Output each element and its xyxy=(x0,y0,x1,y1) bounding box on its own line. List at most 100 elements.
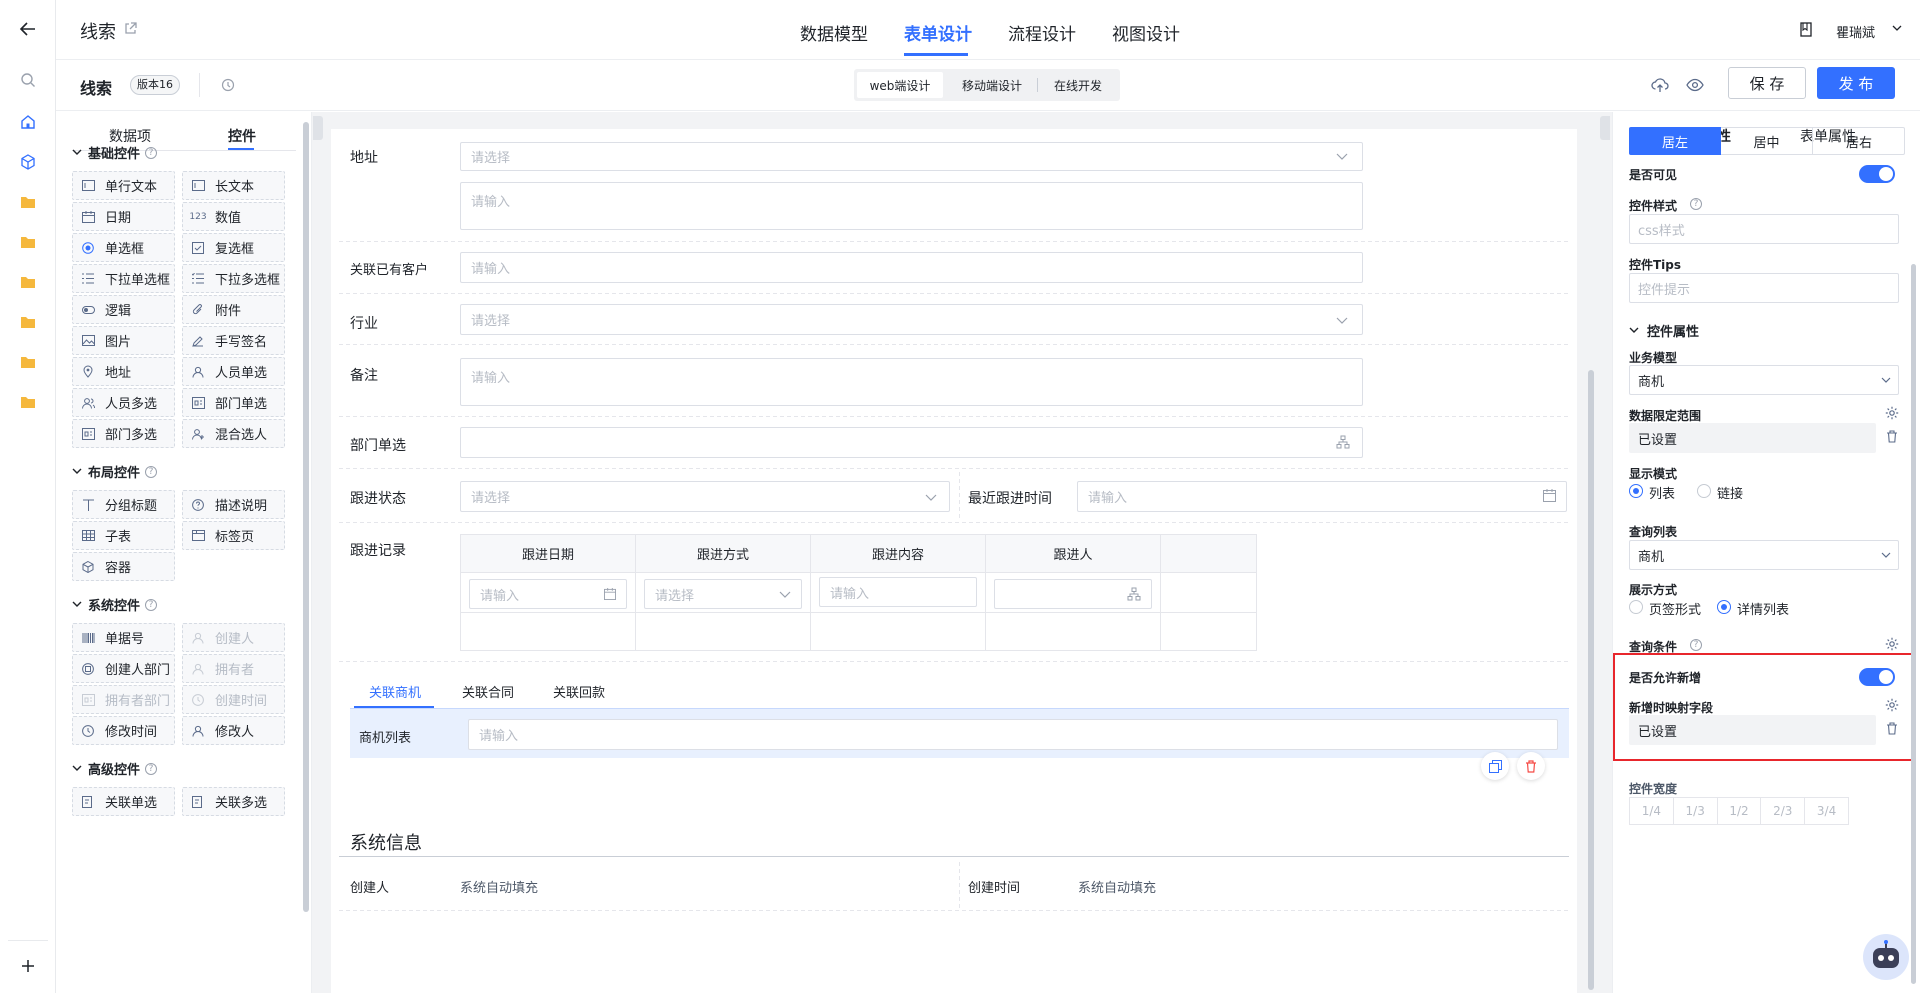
widget-date[interactable]: 日期 xyxy=(72,202,175,231)
align-right-option[interactable]: 居右 xyxy=(1813,127,1905,155)
tab-view-design[interactable]: 视图设计 xyxy=(1112,20,1180,45)
external-link-icon[interactable] xyxy=(124,22,137,35)
width-option[interactable]: 1/3 xyxy=(1674,798,1718,824)
mapping-value[interactable]: 已设置 xyxy=(1629,715,1876,745)
widget-dept-multi[interactable]: 部门多选 xyxy=(72,419,175,448)
industry-select[interactable]: 请选择 xyxy=(460,304,1363,335)
help-icon[interactable]: ? xyxy=(1690,198,1702,210)
align-left-option[interactable]: 居左 xyxy=(1629,127,1721,155)
dept-select[interactable] xyxy=(460,427,1363,458)
chevron-down-icon[interactable] xyxy=(1892,25,1902,32)
tab-widgets[interactable]: 控件 xyxy=(228,126,256,146)
widget-owner[interactable]: 拥有者 xyxy=(182,654,285,683)
widget-number[interactable]: 123 数值 xyxy=(182,202,285,231)
widget-attachment[interactable]: 附件 xyxy=(182,295,285,324)
gear-icon[interactable] xyxy=(1885,406,1899,420)
trash-icon[interactable] xyxy=(1886,430,1898,443)
help-icon[interactable]: ? xyxy=(145,762,158,775)
bookmark-icon[interactable] xyxy=(1800,22,1812,37)
widget-creator-dept[interactable]: 创建人部门 xyxy=(72,654,175,683)
publish-button[interactable]: 发 布 xyxy=(1817,67,1895,99)
mode-online-dev[interactable]: 在线开发 xyxy=(1040,72,1116,98)
display-mode-list-radio[interactable] xyxy=(1629,484,1643,498)
widget-dropdown-single[interactable]: 下拉单选框 xyxy=(72,264,175,293)
tab-related-payment[interactable]: 关联回款 xyxy=(553,682,605,701)
tab-form-design[interactable]: 表单设计 xyxy=(904,20,972,45)
show-mode-tab-radio[interactable] xyxy=(1629,600,1643,614)
group-advanced[interactable]: 高级控件 ? xyxy=(72,759,158,778)
width-option[interactable]: 3/4 xyxy=(1805,798,1848,824)
cloud-upload-icon[interactable] xyxy=(1651,77,1669,93)
address-detail-input[interactable]: 请输入 xyxy=(460,182,1363,230)
width-option[interactable]: 1/2 xyxy=(1718,798,1762,824)
widget-relation-multi[interactable]: 关联多选 xyxy=(182,787,285,816)
save-button[interactable]: 保 存 xyxy=(1728,67,1806,99)
remark-input[interactable]: 请输入 xyxy=(460,358,1363,406)
back-arrow-icon[interactable] xyxy=(18,19,38,39)
widget-tabs[interactable]: 标签页 xyxy=(182,521,285,550)
widget-description[interactable]: 描述说明 xyxy=(182,490,285,519)
visible-toggle[interactable] xyxy=(1859,165,1895,183)
folder-icon[interactable] xyxy=(18,192,38,212)
widget-modify-time[interactable]: 修改时间 xyxy=(72,716,175,745)
query-list-select[interactable]: 商机 xyxy=(1629,540,1899,570)
help-icon[interactable]: ? xyxy=(145,465,158,478)
widget-dropdown-multi[interactable]: 下拉多选框 xyxy=(182,264,285,293)
group-layout[interactable]: 布局控件 ? xyxy=(72,462,158,481)
folder-icon[interactable] xyxy=(18,232,38,252)
biz-model-select[interactable]: 商机 xyxy=(1629,365,1899,395)
help-icon[interactable]: ? xyxy=(145,598,158,611)
group-system[interactable]: 系统控件 ? xyxy=(72,595,158,614)
widget-create-time[interactable]: 创建时间 xyxy=(182,685,285,714)
folder-icon[interactable] xyxy=(18,312,38,332)
help-icon[interactable]: ? xyxy=(1690,639,1702,651)
copy-icon[interactable] xyxy=(1481,752,1509,780)
style-input[interactable]: css样式 xyxy=(1629,214,1899,244)
canvas-scrollbar[interactable] xyxy=(1588,370,1594,990)
width-option[interactable]: 1/4 xyxy=(1630,798,1674,824)
show-mode-detail-radio[interactable] xyxy=(1717,600,1731,614)
status-select[interactable]: 请选择 xyxy=(460,481,950,512)
history-icon[interactable] xyxy=(221,78,235,92)
assistant-robot-icon[interactable] xyxy=(1863,934,1909,980)
data-scope-value[interactable]: 已设置 xyxy=(1629,423,1876,453)
widget-checkbox[interactable]: 复选框 xyxy=(182,233,285,262)
widget-address[interactable]: 地址 xyxy=(72,357,175,386)
plus-icon[interactable] xyxy=(18,956,38,976)
widget-relation-single[interactable]: 关联单选 xyxy=(72,787,175,816)
props-section-toggle[interactable]: 控件属性 xyxy=(1629,321,1699,340)
folder-icon[interactable] xyxy=(18,392,38,412)
widget-radio[interactable]: 单选框 xyxy=(72,233,175,262)
widget-image[interactable]: 图片 xyxy=(72,326,175,355)
group-basic[interactable]: 基础控件 ? xyxy=(72,143,158,162)
width-option[interactable]: 2/3 xyxy=(1761,798,1806,824)
help-icon[interactable]: ? xyxy=(145,146,158,159)
address-select[interactable]: 请选择 xyxy=(460,142,1363,171)
gear-icon[interactable] xyxy=(1885,637,1899,651)
widget-creator[interactable]: 创建人 xyxy=(182,623,285,652)
widget-modifier[interactable]: 修改人 xyxy=(182,716,285,745)
tips-input[interactable]: 控件提示 xyxy=(1629,273,1899,303)
align-center-option[interactable]: 居中 xyxy=(1721,127,1813,155)
folder-icon[interactable] xyxy=(18,272,38,292)
mode-mobile[interactable]: 移动端设计 xyxy=(947,72,1037,98)
record-content-input[interactable]: 请输入 xyxy=(819,577,977,607)
widget-doc-number[interactable]: 单据号 xyxy=(72,623,175,652)
widget-container[interactable]: 容器 xyxy=(72,552,175,581)
customer-input[interactable]: 请输入 xyxy=(460,252,1363,283)
widget-signature[interactable]: 手写签名 xyxy=(182,326,285,355)
tab-data-model[interactable]: 数据模型 xyxy=(800,20,868,45)
collapse-left-handle[interactable] xyxy=(313,116,323,140)
widget-owner-dept[interactable]: 拥有者部门 xyxy=(72,685,175,714)
widget-user-single[interactable]: 人员单选 xyxy=(182,357,285,386)
tab-related-opportunity[interactable]: 关联商机 xyxy=(369,682,421,701)
widget-user-multi[interactable]: 人员多选 xyxy=(72,388,175,417)
widget-mixed-select[interactable]: 混合选人 xyxy=(182,419,285,448)
widget-group-title[interactable]: 分组标题 xyxy=(72,490,175,519)
mode-web[interactable]: web端设计 xyxy=(857,72,943,98)
tab-flow-design[interactable]: 流程设计 xyxy=(1008,20,1076,45)
user-name[interactable]: 瞿瑞斌 xyxy=(1836,22,1875,41)
widget-logic[interactable]: 逻辑 xyxy=(72,295,175,324)
right-scrollbar[interactable] xyxy=(1911,264,1916,984)
last-follow-input[interactable]: 请输入 xyxy=(1077,481,1567,512)
